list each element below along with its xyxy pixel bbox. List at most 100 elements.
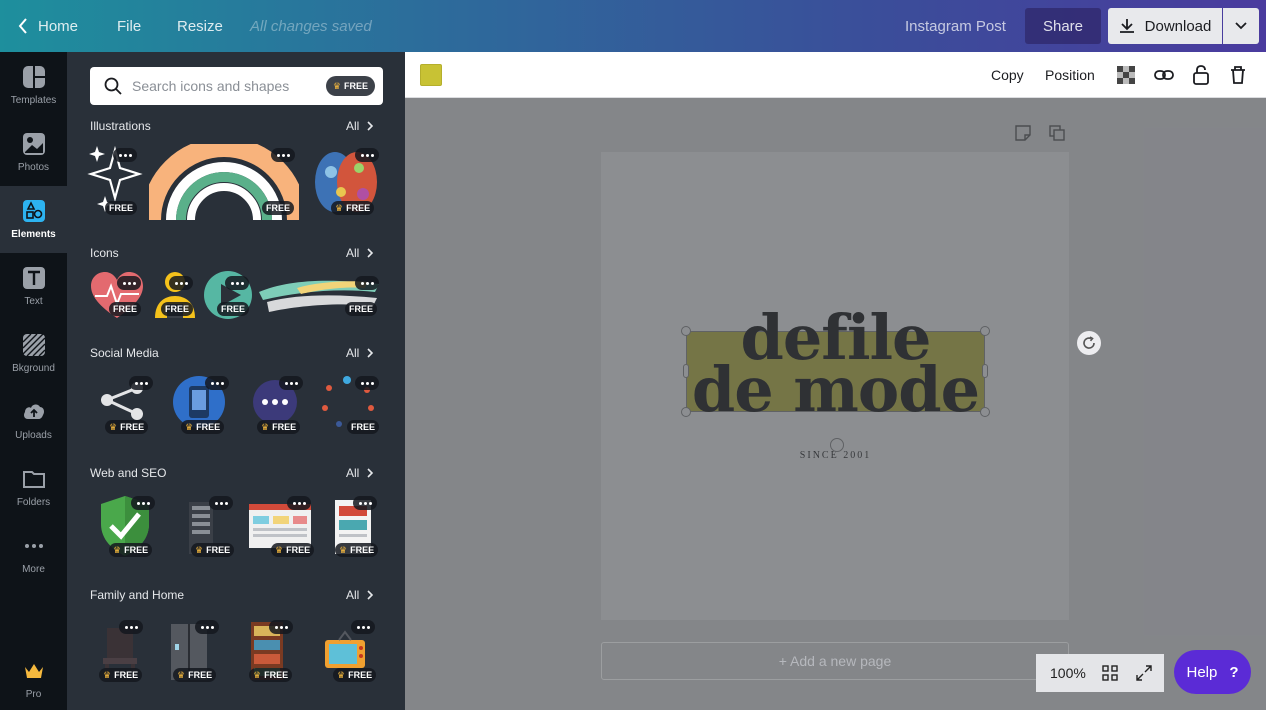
grid-view-icon[interactable] [1102,665,1118,681]
sticky-note-icon[interactable] [1015,125,1031,141]
duplicate-page-icon[interactable] [1049,125,1065,141]
resize-handle[interactable] [681,326,691,336]
section-title-icons: Icons [90,246,119,260]
more-options-icon[interactable] [287,496,311,510]
rail-background[interactable]: Bkground [0,320,67,387]
more-options-icon[interactable] [205,376,229,390]
icon-heart-pulse[interactable]: FREE [89,270,145,320]
file-menu[interactable]: File [117,0,141,52]
crown-icon: ♛ [335,202,344,213]
help-button[interactable]: Help ? [1174,650,1251,694]
trash-icon [1231,66,1245,84]
web-server[interactable]: ♛ FREE [179,494,235,560]
position-button[interactable]: Position [1045,52,1095,98]
rail-photos[interactable]: Photos [0,119,67,186]
home-fridge[interactable]: ♛ FREE [167,618,231,684]
web-document[interactable]: ♛ FREE [329,494,383,560]
share-button[interactable]: Share [1025,8,1101,44]
resize-handle[interactable] [980,407,990,417]
more-options-icon[interactable] [269,620,293,634]
resize-button[interactable]: Resize [177,0,223,52]
transparency-button[interactable] [1117,52,1135,98]
download-button[interactable]: Download [1108,8,1222,44]
more-options-icon[interactable] [225,276,249,290]
see-all-social-media[interactable]: All [346,346,374,360]
home-button[interactable]: Home [18,0,78,52]
more-options-icon[interactable] [351,620,375,634]
search-input[interactable] [132,78,312,94]
left-rail: Templates Photos Elements Text Bkground … [0,52,67,710]
more-options-icon[interactable] [271,148,295,162]
social-chat[interactable]: ♛ FREE [249,374,309,436]
headline-text[interactable]: defile de mode [686,307,985,421]
chevron-right-icon [367,348,374,358]
delete-button[interactable] [1230,52,1246,98]
zoom-level[interactable]: 100% [1050,665,1086,681]
social-network[interactable]: FREE [317,374,383,436]
link-button[interactable] [1154,52,1174,98]
help-label: Help [1186,663,1218,681]
background-icon [22,333,45,357]
resize-handle[interactable] [980,326,990,336]
lock-button[interactable] [1193,52,1209,98]
more-options-icon[interactable] [355,148,379,162]
rail-uploads[interactable]: Uploads [0,387,67,454]
rotate-handle[interactable] [830,438,844,452]
illustration-rainbow[interactable]: FREE [141,137,307,221]
social-share[interactable]: ♛ FREE [97,374,153,436]
icon-play-circle[interactable]: FREE [203,270,253,320]
document-title[interactable]: Instagram Post [905,0,1006,52]
more-options-icon[interactable] [279,376,303,390]
rail-pro[interactable]: Pro [0,646,67,710]
see-all-web-seo[interactable]: All [346,466,374,480]
rail-folders[interactable]: Folders [0,454,67,521]
more-options-icon[interactable] [119,620,143,634]
copy-button[interactable]: Copy [991,52,1024,98]
illustration-sparkles[interactable]: FREE [87,144,143,218]
resize-handle[interactable] [982,364,988,378]
upload-cloud-icon [23,404,44,419]
more-options-icon[interactable] [169,276,193,290]
rotate-button[interactable] [1077,331,1101,355]
web-browser[interactable]: ♛ FREE [247,494,315,560]
rail-label: Bkground [12,363,55,374]
social-phone[interactable]: ♛ FREE [171,374,231,436]
elements-panel: ♛FREE Illustrations All FREE FREE ♛FREE … [67,52,405,710]
more-options-icon[interactable] [129,376,153,390]
download-options-button[interactable] [1223,8,1259,44]
free-badge: FREE [217,302,250,316]
rail-templates[interactable]: Templates [0,52,67,119]
free-filter-pill[interactable]: ♛ FREE [325,76,375,96]
color-swatch[interactable] [420,64,442,86]
more-options-icon[interactable] [209,496,233,510]
add-page-button[interactable]: + Add a new page [601,642,1069,680]
more-options-icon[interactable] [117,276,141,290]
home-bookshelf[interactable]: ♛ FREE [243,618,307,684]
resize-handle[interactable] [681,407,691,417]
web-shield[interactable]: ♛ FREE [97,494,157,560]
see-all-illustrations[interactable]: All [346,119,374,133]
resize-handle[interactable] [683,364,689,378]
more-options-icon[interactable] [355,376,379,390]
see-all-family-home[interactable]: All [346,588,374,602]
rail-label: Text [24,296,43,307]
more-options-icon[interactable] [113,148,137,162]
more-options-icon[interactable] [355,276,379,290]
rail-more[interactable]: More [0,521,67,588]
home-chair[interactable]: ♛ FREE [95,618,155,684]
more-options-icon[interactable] [353,496,377,510]
folder-icon [22,471,45,488]
home-tv[interactable]: ♛ FREE [321,618,385,684]
illustration-brain[interactable]: ♛ FREE [313,144,379,218]
rail-elements[interactable]: Elements [0,186,67,253]
text-icon [22,267,45,289]
more-options-icon[interactable] [195,620,219,634]
search-box[interactable]: ♛FREE [90,67,383,105]
fullscreen-icon[interactable] [1136,665,1152,681]
crown-icon: ♛ [253,669,262,680]
see-all-icons[interactable]: All [346,246,374,260]
icon-worker[interactable]: FREE [151,270,199,320]
more-options-icon[interactable] [131,496,155,510]
rail-text[interactable]: Text [0,253,67,320]
icon-brush-strokes[interactable]: FREE [257,270,383,320]
